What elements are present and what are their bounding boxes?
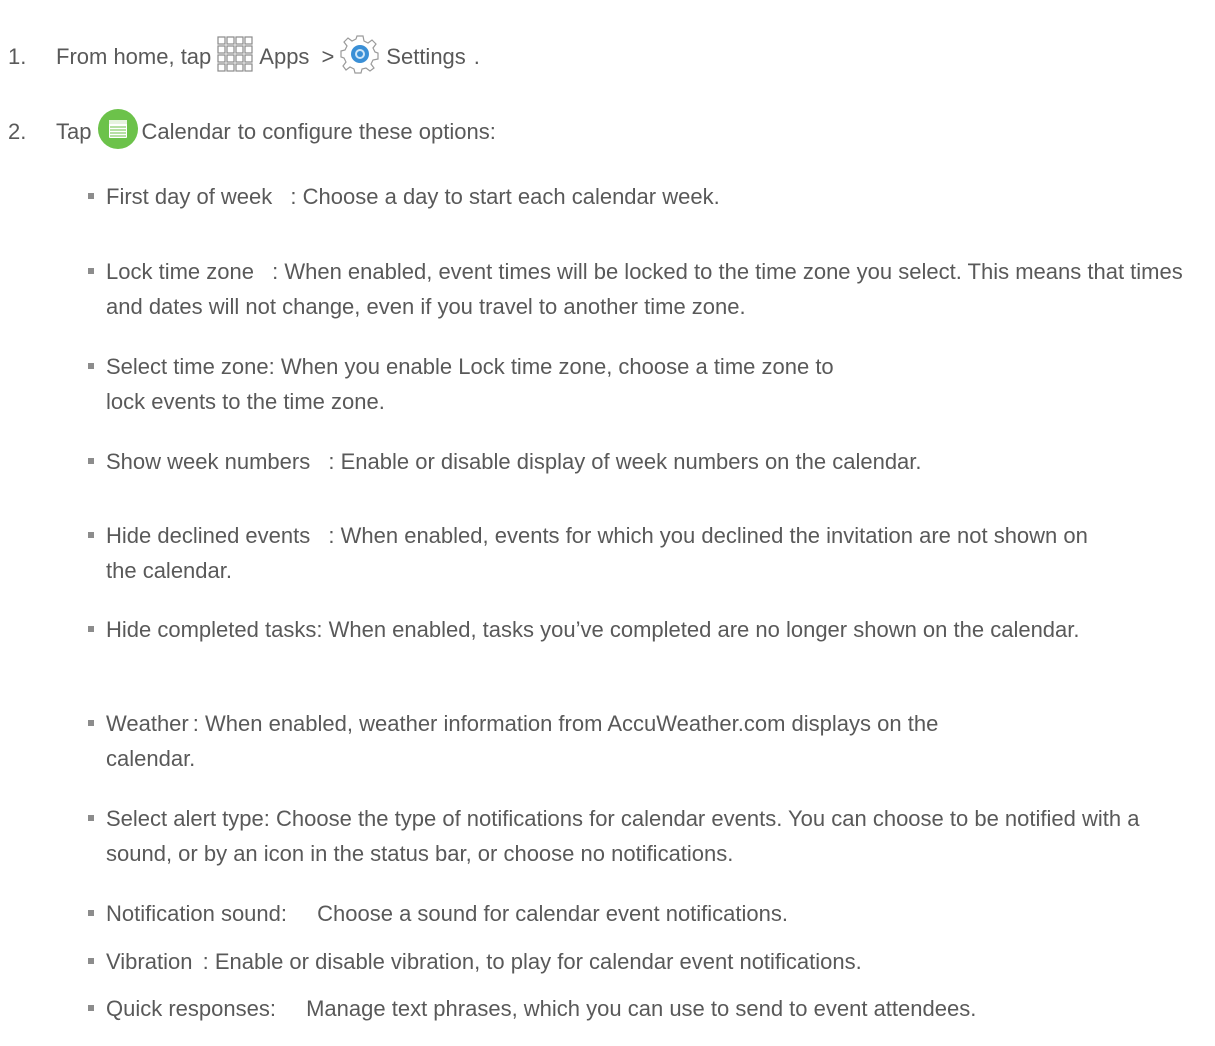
option-separator: :	[316, 617, 323, 642]
step-number: 2.	[8, 119, 27, 144]
option-separator: :	[202, 949, 209, 974]
apps-grid-icon	[217, 36, 253, 78]
option-separator: :	[268, 354, 275, 379]
calendar-icon	[97, 108, 139, 156]
separator: >	[321, 44, 335, 69]
step-text: Tap	[56, 119, 92, 144]
step-end: .	[473, 44, 480, 69]
bullet	[88, 268, 94, 274]
settings-label: Settings	[386, 44, 466, 69]
option-description: Choose a sound for calendar event notifi…	[317, 901, 788, 926]
option-name: Quick responses	[106, 996, 270, 1021]
option-separator: :	[272, 259, 279, 284]
option-separator: :	[280, 901, 288, 926]
option-description: Enable or disable display of week number…	[340, 449, 922, 474]
bullet	[88, 193, 94, 199]
option-description: When enabled, event times will be locked…	[106, 259, 1183, 319]
option-name: Select time zone	[106, 354, 269, 379]
bullet	[88, 815, 94, 821]
option-description: When enabled, tasks you’ve completed are…	[328, 617, 1080, 642]
option-description: Enable or disable vibration, to play for…	[214, 949, 862, 974]
bullet	[88, 720, 94, 726]
bullet	[88, 363, 94, 369]
option-name: Show week numbers	[106, 449, 311, 474]
step-2: 2. Tap Calendar to configure these optio…	[8, 108, 496, 156]
option-separator: :	[290, 184, 297, 209]
apps-label: Apps	[259, 44, 310, 69]
step-text-after: to configure these options:	[237, 119, 496, 144]
option-name: Notification sound	[106, 901, 281, 926]
settings-gear-icon	[340, 34, 380, 80]
bullet	[88, 958, 94, 964]
option-name: Hide declined events	[106, 523, 311, 548]
option-name: First day of week	[106, 184, 273, 209]
option-name: Weather	[106, 711, 189, 736]
bullet	[88, 458, 94, 464]
option-separator: :	[328, 523, 335, 548]
option-name: Lock time zone	[106, 259, 254, 284]
bullet	[88, 910, 94, 916]
option-description: Manage text phrases, which you can use t…	[306, 996, 977, 1021]
option-description: When enabled, weather information from A…	[106, 711, 939, 771]
option-name: Vibration	[106, 949, 193, 974]
step-number: 1.	[8, 44, 27, 69]
bullet	[88, 1005, 94, 1011]
bullet	[88, 626, 94, 632]
option-separator: :	[269, 996, 276, 1021]
bullet	[88, 532, 94, 538]
step-text: From home, tap	[56, 44, 212, 69]
option-description: Choose a day to start each calendar week…	[302, 184, 720, 209]
calendar-label: Calendar	[141, 119, 231, 144]
option-name: Select alert type	[106, 806, 264, 831]
option-name: Hide completed tasks	[106, 617, 317, 642]
option-separator: :	[263, 806, 270, 831]
option-separator: :	[328, 449, 335, 474]
option-separator: :	[192, 711, 199, 736]
step-1: 1. From home, tap Apps > Settings .	[8, 34, 480, 80]
